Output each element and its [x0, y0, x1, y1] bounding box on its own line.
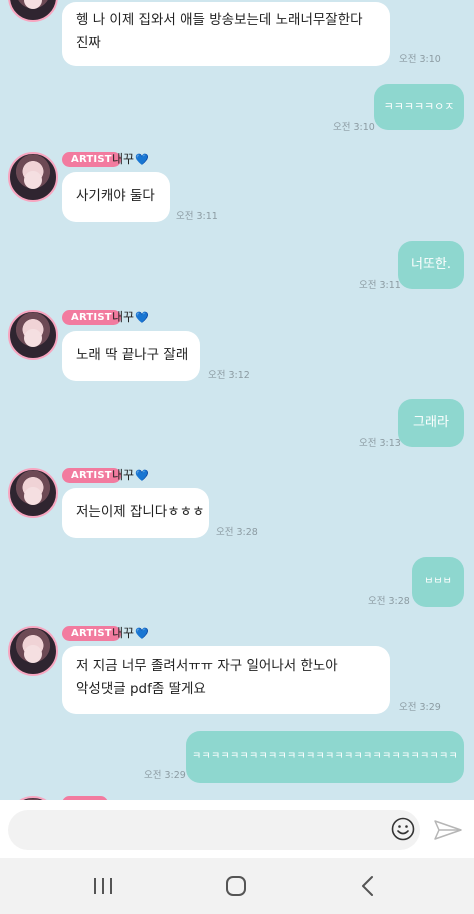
message-time: 오전 3:12 — [208, 370, 250, 381]
blue-heart-icon: 💙 — [135, 311, 149, 324]
incoming-message: 사기캐야 둘다 — [62, 172, 170, 222]
artist-avatar[interactable] — [8, 468, 58, 518]
home-icon[interactable] — [221, 874, 251, 898]
recent-apps-icon[interactable] — [88, 874, 118, 898]
back-icon[interactable] — [353, 874, 383, 898]
blue-heart-icon: 💙 — [135, 627, 149, 640]
incoming-message: 노래 딱 끝나구 잘래 — [62, 331, 200, 381]
sender-label: 내꾸 — [112, 626, 135, 640]
smile-icon[interactable] — [391, 817, 415, 841]
incoming-message: 헹 나 이제 집와서 애들 방송보는데 노래너무잘한다 진짜 — [62, 2, 390, 66]
sender-name: 내꾸💙 — [112, 626, 149, 641]
sender-name: 내꾸💙 — [112, 152, 149, 167]
message-time: 오전 3:13 — [359, 438, 401, 449]
message-time: 오전 3:10 — [333, 122, 375, 133]
outgoing-message: 너또한. — [398, 241, 464, 289]
message-time: 오전 3:29 — [399, 702, 441, 713]
message-line: 악성댓글 pdf좀 딸게요 — [76, 681, 206, 697]
chat-area[interactable]: 헹 나 이제 집와서 애들 방송보는데 노래너무잘한다 진짜 오전 3:10 ㅋ… — [0, 0, 474, 800]
sender-label: 내꾸 — [112, 310, 135, 324]
message-time: 오전 3:10 — [399, 54, 441, 65]
blue-heart-icon: 💙 — [135, 153, 149, 166]
sender-name: 내꾸💙 — [112, 310, 149, 325]
system-navigation-bar — [0, 858, 474, 914]
outgoing-message: ㅋㅋㅋㅋㅋㅋㅋㅋㅋㅋㅋㅋㅋㅋㅋㅋㅋㅋㅋㅋㅋㅋㅋㅋㅋㅋㅋㅋ — [186, 731, 464, 783]
incoming-message: 저는이제 잡니다ㅎㅎㅎ — [62, 488, 209, 538]
sender-label: 내꾸 — [112, 152, 135, 166]
message-line: 저 지금 너무 졸려서ㅠㅠ 자구 일어나서 한노아 — [76, 658, 338, 674]
outgoing-message: ㅂㅂㅂ — [412, 557, 464, 607]
artist-avatar[interactable] — [8, 310, 58, 360]
outgoing-message: ㅋㅋㅋㅋㅋㅇㅈ — [374, 84, 464, 130]
outgoing-message: 그래라 — [398, 399, 464, 447]
message-line: 진짜 — [76, 35, 101, 51]
incoming-message: 저 지금 너무 졸려서ㅠㅠ 자구 일어나서 한노아 악성댓글 pdf좀 딸게요 — [62, 646, 390, 714]
message-time: 오전 3:28 — [368, 596, 410, 607]
message-time: 오전 3:11 — [359, 280, 401, 291]
artist-avatar[interactable] — [8, 152, 58, 202]
message-line: 헹 나 이제 집와서 애들 방송보는데 노래너무잘한다 — [76, 12, 363, 28]
send-icon[interactable] — [433, 818, 463, 842]
sender-label: 내꾸 — [112, 468, 135, 482]
message-composer — [0, 800, 474, 858]
artist-avatar[interactable] — [8, 626, 58, 676]
sender-name: 내꾸💙 — [112, 468, 149, 483]
message-input[interactable] — [8, 810, 420, 850]
message-time: 오전 3:28 — [216, 527, 258, 538]
artist-avatar[interactable] — [8, 0, 58, 22]
message-time: 오전 3:11 — [176, 211, 218, 222]
blue-heart-icon: 💙 — [135, 469, 149, 482]
message-time: 오전 3:29 — [144, 770, 186, 781]
